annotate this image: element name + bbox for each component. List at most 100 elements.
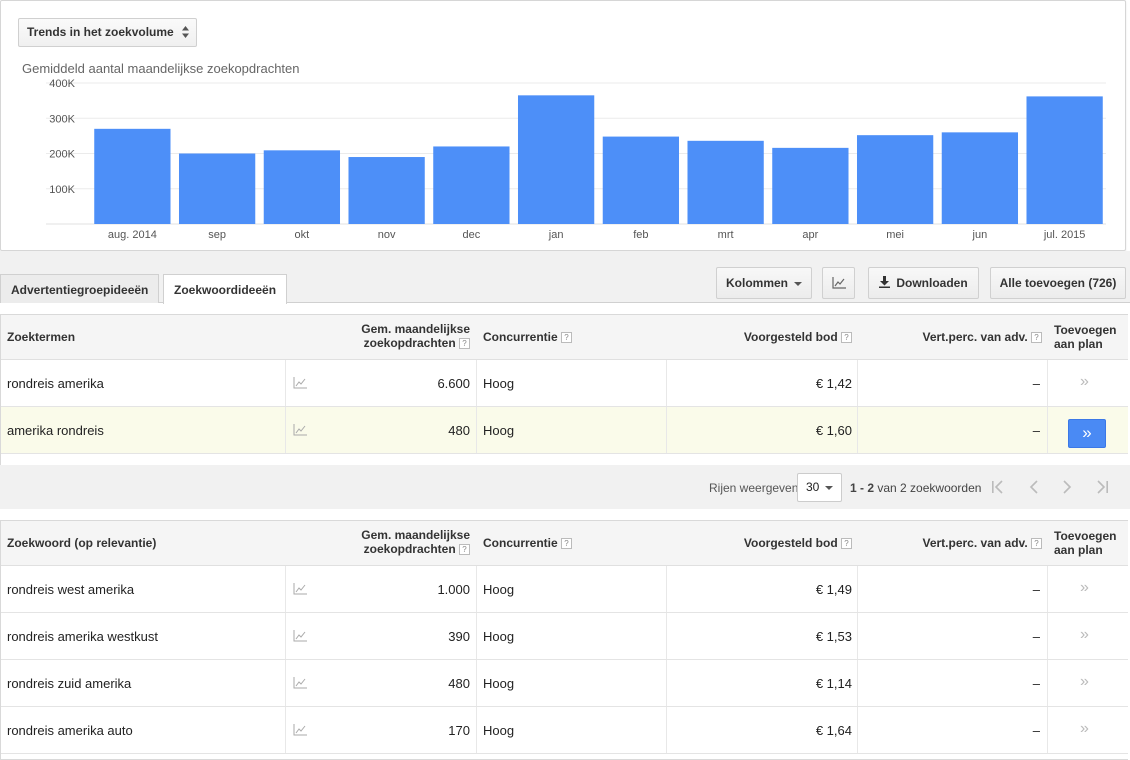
- keyword-ideas-table: Zoekwoord (op relevantie) Gem. maandelij…: [0, 520, 1128, 760]
- bar[interactable]: [687, 140, 764, 224]
- add-to-plan-icon[interactable]: »: [1080, 660, 1089, 704]
- chart-toggle-button[interactable]: [822, 267, 855, 299]
- share-cell: –: [1032, 423, 1040, 438]
- x-tick-label: jan: [548, 229, 564, 241]
- col-header-volume: Gem. maandelijkse zoekopdrachten ?: [361, 322, 470, 350]
- download-button[interactable]: Downloaden: [868, 267, 979, 299]
- y-tick-label: 400K: [49, 78, 75, 90]
- col-header-share: Vert.perc. van adv. ?: [922, 330, 1042, 344]
- x-tick-label: jun: [972, 229, 988, 241]
- share-cell: –: [1032, 376, 1040, 391]
- chart-title: Gemiddeld aantal maandelijkse zoekopdrac…: [22, 61, 300, 76]
- col-header-competition-label: Concurrentie: [483, 330, 558, 344]
- help-icon[interactable]: ?: [561, 332, 573, 344]
- volume-cell: 480: [448, 676, 470, 691]
- trend-chart-icon[interactable]: [293, 583, 307, 595]
- col-header-add-l1: Toevoegen: [1054, 323, 1117, 337]
- x-tick-label: feb: [633, 229, 648, 241]
- term-cell: amerika rondreis: [7, 423, 104, 438]
- bar[interactable]: [178, 153, 256, 225]
- help-icon[interactable]: ?: [841, 332, 852, 344]
- share-cell: –: [1032, 582, 1040, 597]
- columns-button-label: Kolommen: [725, 276, 788, 290]
- help-icon[interactable]: ?: [459, 338, 470, 350]
- col-header-bid: Voorgesteld bod ?: [744, 536, 852, 550]
- add-to-plan-button[interactable]: »: [1068, 419, 1106, 448]
- bar[interactable]: [94, 128, 171, 224]
- col-header-add: Toevoegen aan plan: [1054, 323, 1116, 351]
- pagination-bar: Rijen weergeven: 30 1 - 2 van 2 zoekwoor…: [0, 465, 1130, 509]
- trend-chart-icon[interactable]: [293, 724, 307, 736]
- trend-select-label: Trends in het zoekvolume: [27, 25, 174, 39]
- bid-cell: € 1,60: [815, 423, 852, 438]
- bar[interactable]: [263, 150, 341, 224]
- add-to-plan-icon[interactable]: »: [1080, 360, 1089, 404]
- bid-cell: € 1,64: [815, 723, 852, 738]
- help-icon[interactable]: ?: [841, 538, 852, 550]
- rows-per-page-select[interactable]: 30: [797, 473, 842, 502]
- bar[interactable]: [772, 147, 849, 224]
- x-tick-label: jul. 2015: [1043, 229, 1086, 241]
- competition-cell: Hoog: [483, 676, 515, 691]
- x-tick-label: mrt: [718, 229, 734, 241]
- bar[interactable]: [602, 136, 680, 224]
- add-to-plan-icon[interactable]: »: [1080, 566, 1089, 610]
- col-header-share: Vert.perc. van adv. ?: [922, 536, 1042, 550]
- tab-ad-group-ideas[interactable]: Advertentiegroepideeën: [0, 274, 160, 303]
- bar[interactable]: [433, 146, 510, 224]
- col-header-competition: Concurrentie ?: [483, 536, 573, 550]
- bar[interactable]: [856, 135, 934, 224]
- table-header: Zoektermen Gem. maandelijkse zoekopdrach…: [1, 315, 1128, 360]
- tab-keyword-ideas[interactable]: Zoekwoordideeën: [163, 274, 288, 304]
- bar[interactable]: [517, 95, 595, 225]
- add-to-plan-icon[interactable]: »: [1080, 707, 1089, 751]
- help-icon[interactable]: ?: [561, 538, 573, 550]
- x-tick-label: dec: [463, 229, 481, 241]
- bid-cell: € 1,49: [815, 582, 852, 597]
- download-icon: [879, 276, 891, 288]
- trend-chart-icon[interactable]: [293, 677, 307, 689]
- trend-chart-icon[interactable]: [293, 424, 307, 436]
- competition-cell: Hoog: [483, 376, 515, 391]
- col-header-add-l2: aan plan: [1054, 337, 1103, 351]
- last-page-icon[interactable]: [1093, 478, 1111, 496]
- bar[interactable]: [348, 157, 425, 224]
- trend-select[interactable]: Trends in het zoekvolume: [18, 18, 197, 47]
- term-cell: rondreis amerika auto: [7, 723, 133, 738]
- download-button-label: Downloaden: [896, 276, 968, 290]
- bar[interactable]: [941, 132, 1019, 224]
- previous-page-icon[interactable]: [1025, 478, 1043, 496]
- trend-chart-icon[interactable]: [293, 377, 307, 389]
- table-row: rondreis zuid amerika 480 Hoog € 1,14 – …: [1, 660, 1128, 707]
- x-tick-label: nov: [378, 229, 396, 241]
- col-header-competition-label: Concurrentie: [483, 536, 558, 550]
- add-to-plan-icon[interactable]: »: [1080, 613, 1089, 657]
- rows-per-page-value: 30: [806, 480, 820, 494]
- y-tick-label: 300K: [49, 113, 75, 125]
- sort-updown-icon: [181, 26, 189, 38]
- col-header-term: Zoektermen: [7, 330, 76, 344]
- trend-chart-card: Trends in het zoekvolume Gemiddeld aanta…: [0, 0, 1126, 251]
- share-cell: –: [1032, 676, 1040, 691]
- col-header-share-label: Vert.perc. van adv.: [922, 536, 1028, 550]
- next-page-icon[interactable]: [1058, 478, 1076, 496]
- x-tick-label: sep: [208, 229, 226, 241]
- term-cell: rondreis amerika: [7, 376, 104, 391]
- first-page-icon[interactable]: [989, 478, 1007, 496]
- add-all-button[interactable]: Alle toevoegen (726): [990, 267, 1126, 299]
- help-icon[interactable]: ?: [459, 544, 470, 556]
- bar[interactable]: [1026, 96, 1103, 224]
- x-tick-label: okt: [295, 229, 310, 241]
- columns-button[interactable]: Kolommen: [716, 267, 812, 299]
- volume-cell: 1.000: [437, 582, 470, 597]
- trend-chart-icon[interactable]: [293, 630, 307, 642]
- term-cell: rondreis west amerika: [7, 582, 135, 597]
- help-icon[interactable]: ?: [1031, 332, 1042, 344]
- col-header-volume-l1: Gem. maandelijkse: [361, 322, 470, 336]
- y-tick-label: 100K: [49, 184, 75, 196]
- help-icon[interactable]: ?: [1031, 538, 1042, 550]
- page-range: 1 - 2 van 2 zoekwoorden: [850, 481, 981, 495]
- x-tick-label: mei: [886, 229, 904, 241]
- chevron-down-icon: [794, 281, 802, 286]
- competition-cell: Hoog: [483, 423, 515, 438]
